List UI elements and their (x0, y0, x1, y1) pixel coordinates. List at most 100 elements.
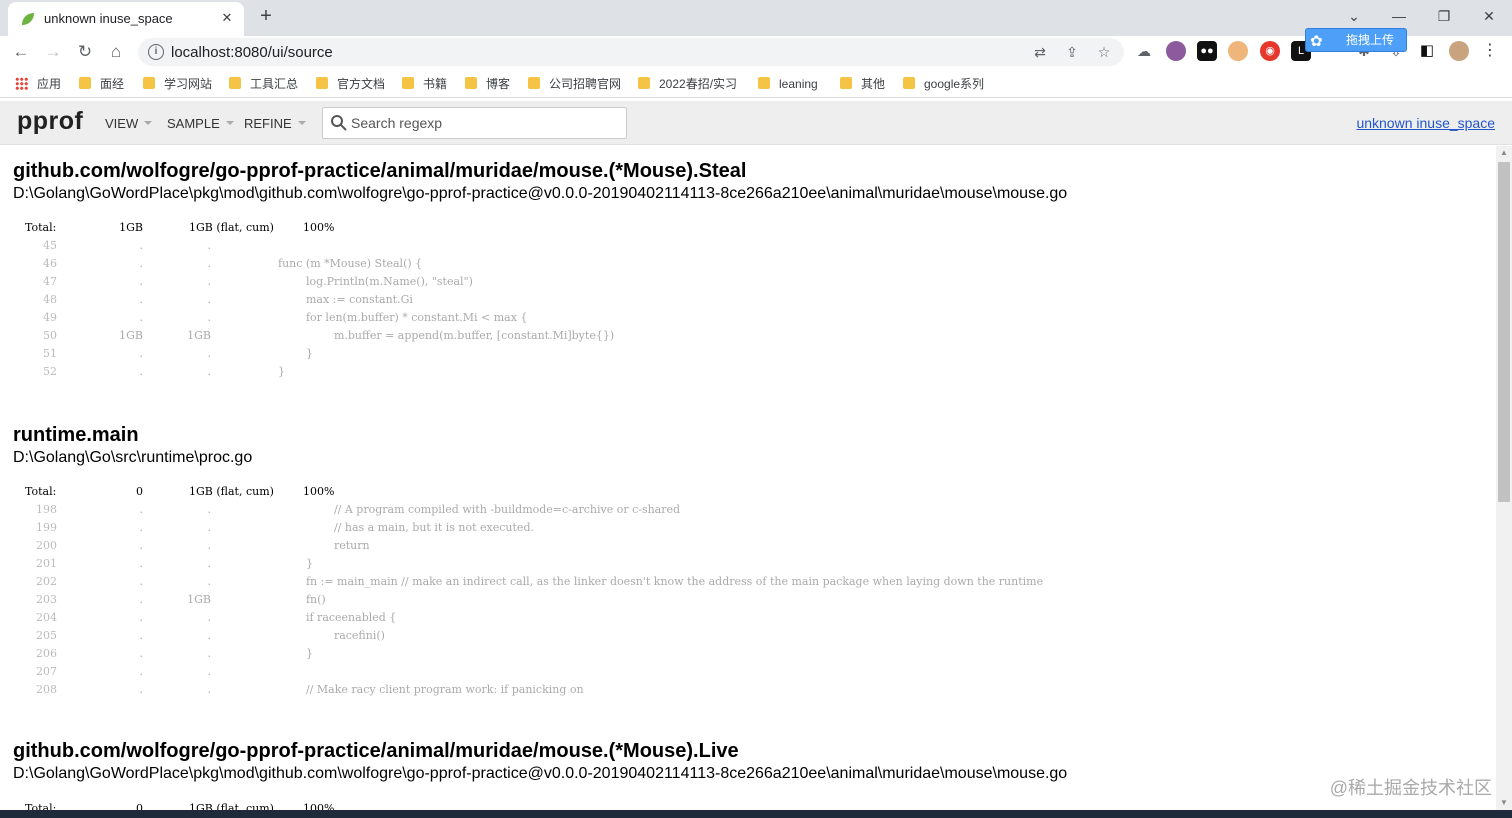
profile-name-link[interactable]: unknown inuse_space (1356, 115, 1495, 131)
extension-avatar-icon[interactable] (1166, 41, 1186, 61)
cum-value: . (207, 521, 212, 534)
tab-search-chevron-icon[interactable]: ⌄ (1342, 6, 1366, 26)
extension-weibo-icon[interactable]: ◉ (1260, 41, 1280, 61)
bookmark-folder[interactable]: 其他 (840, 76, 885, 92)
bookmark-folder[interactable]: 公司招聘官网 (528, 76, 621, 92)
folder-icon (903, 77, 915, 89)
bookmark-folder[interactable]: 博客 (465, 76, 510, 92)
bookmark-folder[interactable]: 2022春招/实习 (638, 76, 737, 92)
flat-value: 1GB (119, 329, 143, 342)
flat-value: 1GB (119, 221, 143, 234)
cum-value: 1GB (187, 593, 211, 606)
function-name: github.com/wolfogre/go-pprof-practice/an… (13, 740, 739, 762)
line-number: 45 (43, 239, 57, 252)
flat-value: . (139, 539, 144, 552)
translate-icon[interactable]: ⇄ (1031, 43, 1049, 61)
site-info-icon[interactable]: i (148, 44, 164, 60)
refine-menu[interactable]: REFINE (244, 116, 306, 131)
source-code: return (278, 539, 370, 552)
close-window-button[interactable]: ✕ (1477, 6, 1501, 26)
function-file-path: D:\Golang\Go\src\runtime\proc.go (13, 449, 253, 466)
cum-value: . (207, 665, 212, 678)
source-code: } (278, 557, 313, 570)
bookmark-folder[interactable]: 官方文档 (316, 76, 385, 92)
bookmark-folder[interactable]: google系列 (903, 76, 984, 92)
flat-value: . (139, 257, 144, 270)
cum-value: . (207, 611, 212, 624)
line-number: 202 (36, 575, 57, 588)
line-number: 207 (36, 665, 57, 678)
search-input[interactable] (351, 112, 621, 134)
scrollbar-thumb[interactable] (1498, 162, 1510, 502)
os-taskbar (0, 810, 1512, 818)
scroll-down-arrow-icon[interactable]: ▼ (1496, 796, 1512, 810)
profile-avatar[interactable] (1449, 41, 1469, 61)
line-number: 199 (36, 521, 57, 534)
flat-value: . (139, 557, 144, 570)
browser-menu-icon[interactable]: ⋮ (1480, 41, 1500, 61)
home-icon[interactable]: ⌂ (104, 40, 128, 64)
line-number: Total: (25, 221, 57, 234)
bookmark-folder[interactable]: 工具汇总 (229, 76, 298, 92)
flat-value: . (139, 521, 144, 534)
source-code: // Make racy client program work: if pan… (278, 683, 584, 696)
function-name: runtime.main (13, 424, 139, 446)
vertical-scrollbar[interactable]: ▲ ▼ (1496, 146, 1512, 810)
caret-down-icon (144, 121, 153, 125)
sample-menu[interactable]: SAMPLE (167, 116, 234, 131)
folder-icon (840, 77, 852, 89)
bookmark-folder[interactable]: 面经 (79, 76, 124, 92)
reload-icon[interactable]: ↻ (73, 40, 97, 64)
cum-value: . (207, 647, 212, 660)
source-code: } (278, 647, 313, 660)
pprof-header: pprof VIEW SAMPLE REFINE unknown inuse_s… (0, 101, 1512, 145)
bookmark-apps[interactable]: 应用 (15, 76, 61, 92)
function-name: github.com/wolfogre/go-pprof-practice/an… (13, 160, 747, 182)
extension-face-icon[interactable] (1228, 41, 1248, 61)
flat-value: . (139, 629, 144, 642)
source-code: log.Println(m.Name(), "steal") (278, 275, 473, 288)
flat-value: . (139, 275, 144, 288)
cum-value: . (207, 347, 212, 360)
restore-button[interactable]: ❐ (1432, 6, 1456, 26)
bookmark-folder[interactable]: 书籍 (402, 76, 447, 92)
line-number: 200 (36, 539, 57, 552)
view-menu[interactable]: VIEW (105, 116, 153, 131)
line-number: Total: (25, 802, 57, 810)
baidu-upload-badge[interactable]: ✿ 拖拽上传 (1305, 28, 1407, 52)
flat-value: . (139, 647, 144, 660)
minimize-button[interactable]: — (1387, 6, 1411, 26)
extension-tampermonkey-icon[interactable]: ●● (1197, 41, 1217, 61)
caret-down-icon (297, 121, 306, 125)
url-text[interactable]: localhost:8080/ui/source (171, 44, 333, 61)
browser-tab[interactable]: unknown inuse_space ✕ (8, 2, 244, 36)
address-bar[interactable]: i localhost:8080/ui/source ⇄ ⇪ ☆ (138, 38, 1124, 66)
bookmark-folder[interactable]: leaning (758, 76, 818, 92)
apps-grid-icon (15, 77, 28, 90)
cum-value: 1GB (flat, cum) (189, 485, 274, 498)
folder-icon (229, 77, 241, 89)
source-code: } (278, 365, 285, 378)
bookmark-folder[interactable]: 学习网站 (143, 76, 212, 92)
percent-value: 100% (303, 485, 335, 498)
cum-value: 1GB (flat, cum) (189, 802, 274, 810)
cum-value: . (207, 311, 212, 324)
back-arrow-icon[interactable]: ← (9, 40, 33, 64)
cum-value: . (207, 293, 212, 306)
tab-close-icon[interactable]: ✕ (218, 9, 236, 27)
folder-icon (638, 77, 650, 89)
new-tab-button[interactable]: + (254, 4, 278, 28)
side-panel-icon[interactable]: ◧ (1417, 41, 1437, 61)
flat-value: . (139, 503, 144, 516)
scroll-up-arrow-icon[interactable]: ▲ (1496, 146, 1512, 160)
cum-value: . (207, 557, 212, 570)
leaf-favicon-icon (22, 13, 34, 25)
forward-arrow-icon[interactable]: → (41, 40, 65, 64)
function-heading: runtime.main D:\Golang\Go\src\runtime\pr… (13, 424, 252, 467)
search-box[interactable] (322, 107, 627, 139)
extension-cloud-icon[interactable]: ☁ (1134, 41, 1154, 61)
line-number: 198 (36, 503, 57, 516)
caret-down-icon (225, 121, 234, 125)
bookmark-star-icon[interactable]: ☆ (1095, 43, 1113, 61)
share-icon[interactable]: ⇪ (1063, 43, 1081, 61)
